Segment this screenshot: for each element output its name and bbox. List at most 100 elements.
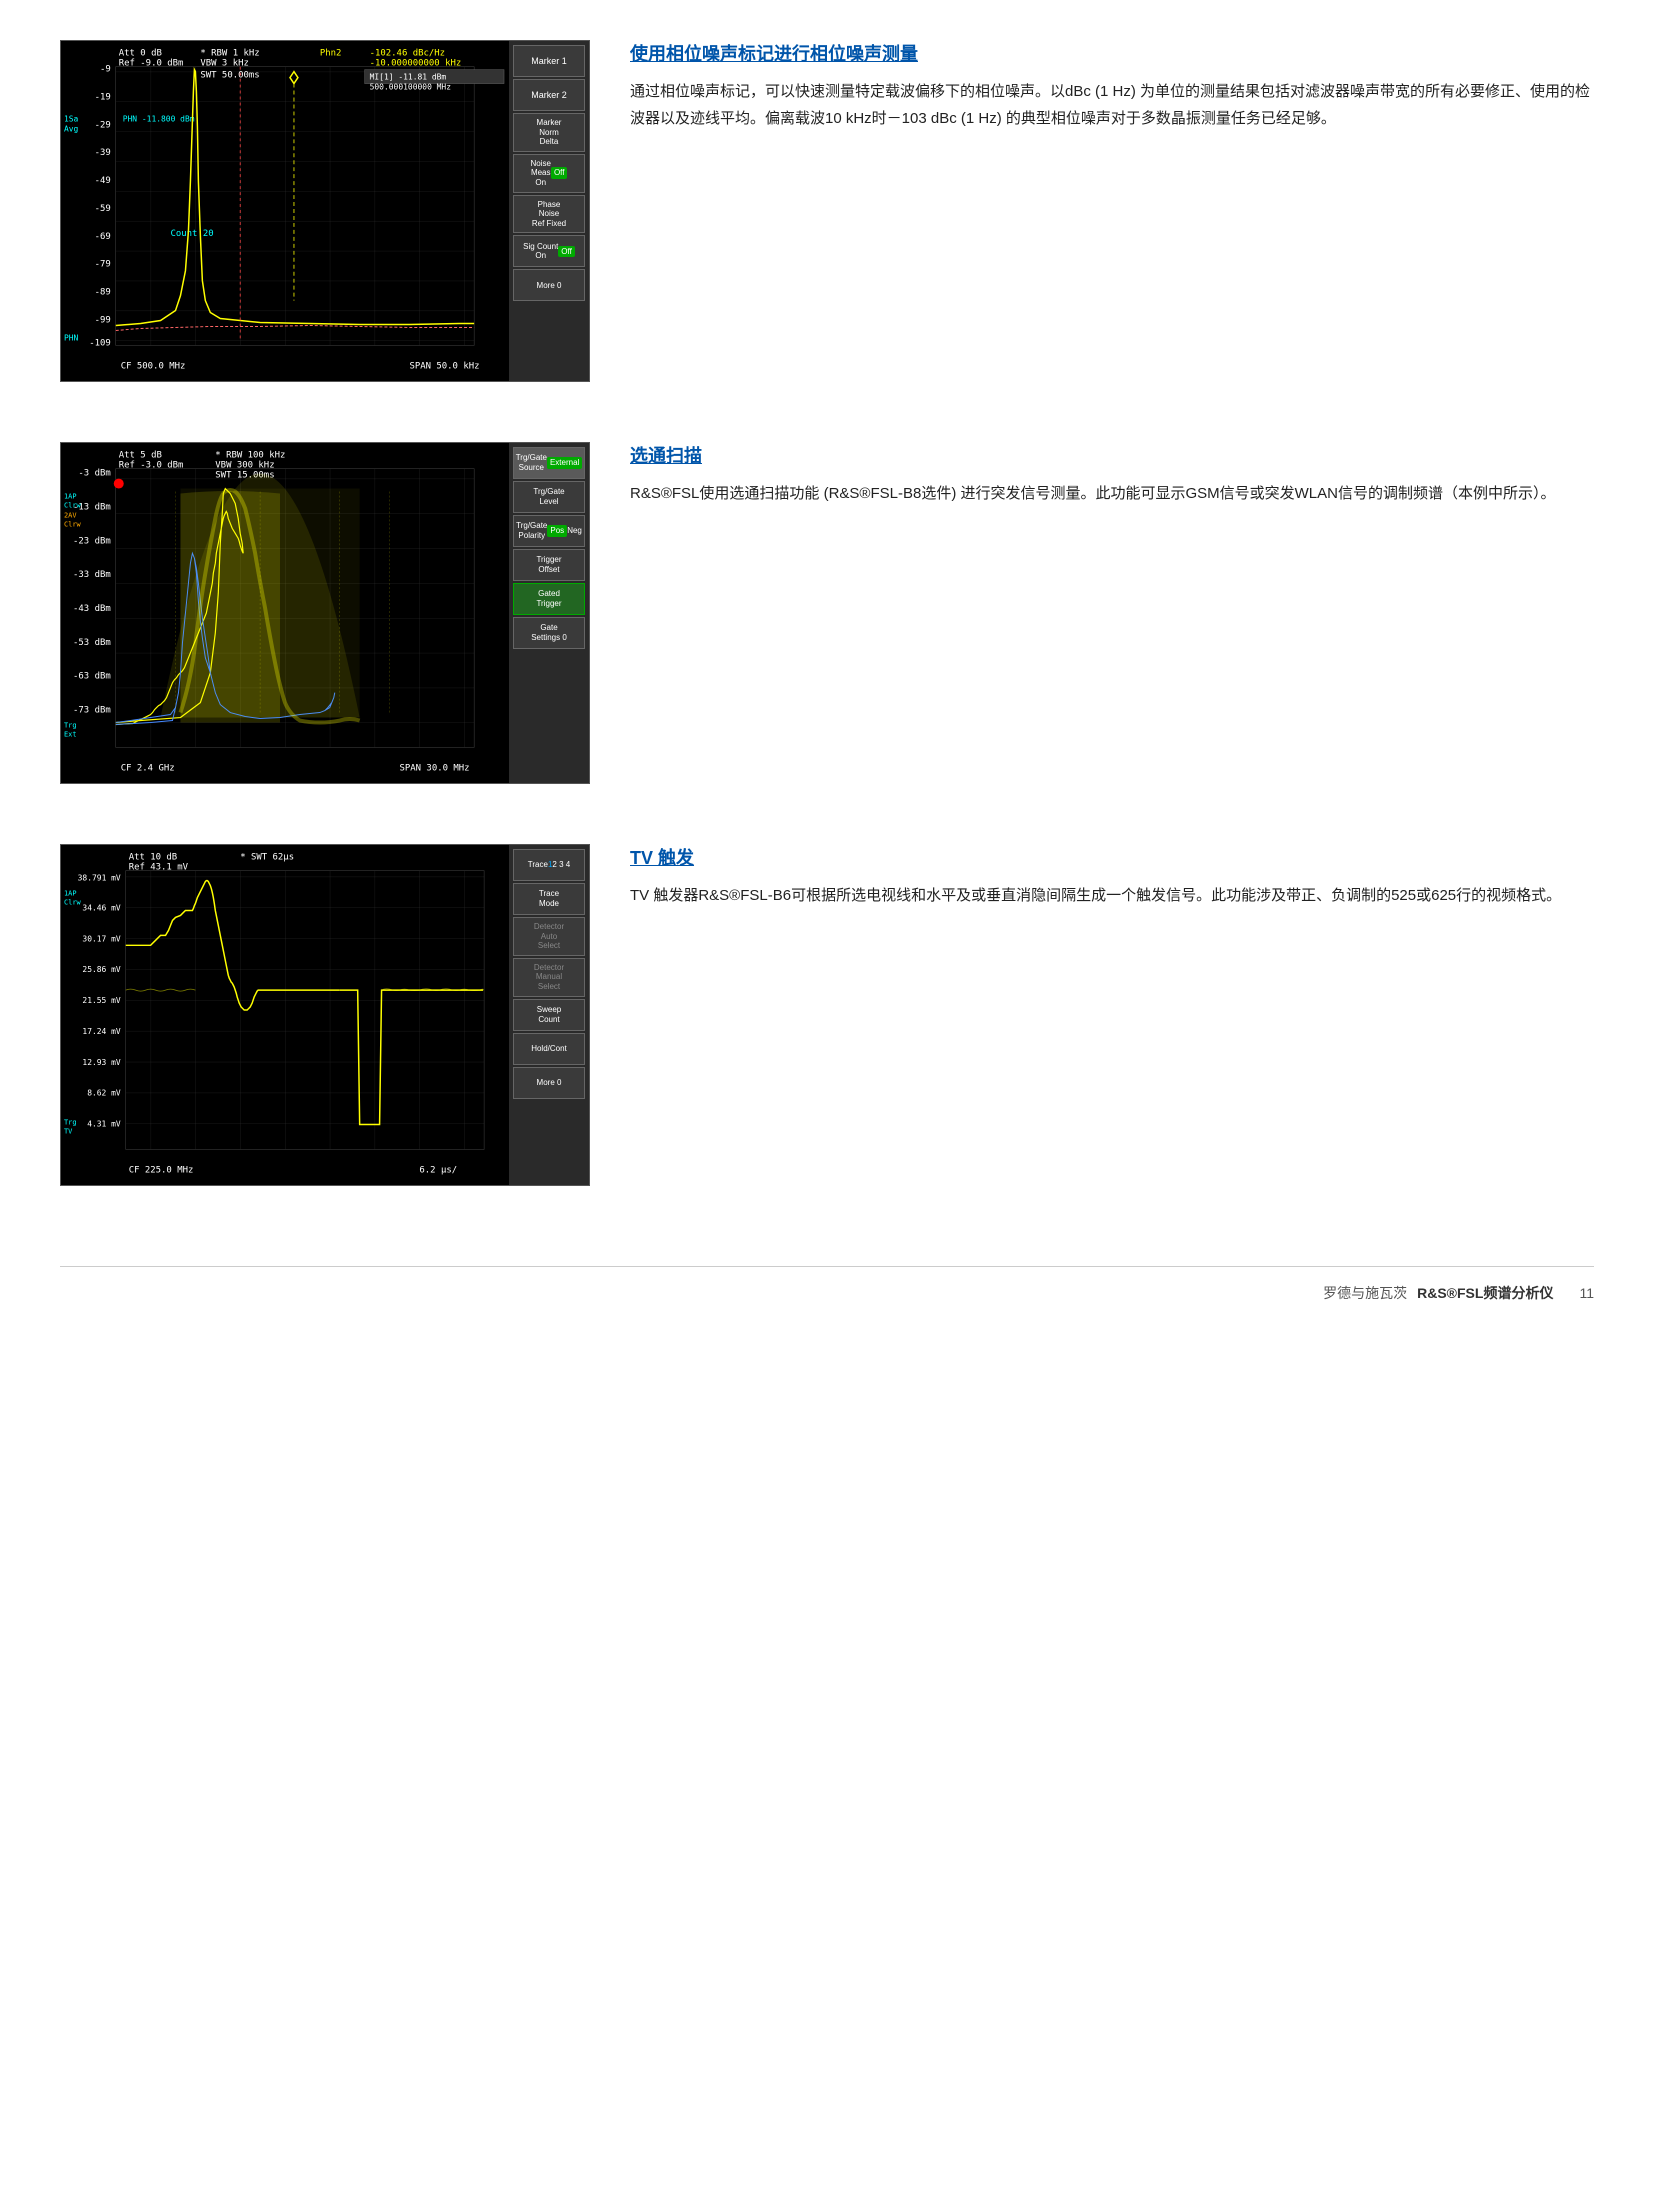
svg-text:SPAN 50.0 kHz: SPAN 50.0 kHz xyxy=(409,361,479,371)
svg-text:17.24 mV: 17.24 mV xyxy=(82,1027,121,1036)
svg-text:1Sa: 1Sa xyxy=(64,114,79,123)
svg-text:Ref 43.1 mV: Ref 43.1 mV xyxy=(129,863,189,873)
svg-text:-43 dBm: -43 dBm xyxy=(73,604,111,614)
text-content-3: TV 触发 TV 触发器R&S®FSL-B6可根据所选电视线和水平及或垂直消隐间… xyxy=(630,844,1594,909)
svg-text:-29: -29 xyxy=(95,120,111,130)
svg-text:Clrw: Clrw xyxy=(64,501,82,509)
btn-sweep-count[interactable]: SweepCount xyxy=(513,999,585,1031)
btn-more-3[interactable]: More 0 xyxy=(513,1067,585,1099)
btn-trace-1234[interactable]: Trace1 2 3 4 xyxy=(513,849,585,881)
title-tv-trigger: TV 触发 xyxy=(630,844,1594,870)
btn-marker-norm-delta[interactable]: MarkerNormDelta xyxy=(513,113,585,152)
svg-text:4.31 mV: 4.31 mV xyxy=(87,1120,121,1129)
svg-text:Trg: Trg xyxy=(64,721,77,729)
btn-trg-gate-source[interactable]: Trg/GateSourceExternal xyxy=(513,447,585,479)
svg-text:Clrw: Clrw xyxy=(64,898,82,906)
text-content-2: 选通扫描 R&S®FSL使用选通扫描功能 (R&S®FSL-B8选件) 进行突发… xyxy=(630,442,1594,507)
svg-text:-89: -89 xyxy=(95,288,111,298)
text-content-1: 使用相位噪声标记进行相位噪声测量 通过相位噪声标记，可以快速测量特定载波偏移下的… xyxy=(630,40,1594,132)
body-gate-scan: R&S®FSL使用选通扫描功能 (R&S®FSL-B8选件) 进行突发信号测量。… xyxy=(630,480,1594,507)
svg-text:-33 dBm: -33 dBm xyxy=(73,570,111,580)
svg-text:-99: -99 xyxy=(95,316,111,326)
svg-text:Att 0 dB: Att 0 dB xyxy=(119,49,162,59)
svg-text:-19: -19 xyxy=(95,92,111,102)
svg-text:12.93 mV: 12.93 mV xyxy=(82,1058,121,1067)
btn-detector-manual-select[interactable]: DetectorManualSelect xyxy=(513,958,585,997)
svg-text:CF 225.0 MHz: CF 225.0 MHz xyxy=(129,1165,194,1175)
svg-text:VBW 3 kHz: VBW 3 kHz xyxy=(200,59,249,69)
section-tv-trigger: 38.791 mV 34.46 mV 30.17 mV 25.86 mV 21.… xyxy=(60,844,1594,1186)
svg-text:-59: -59 xyxy=(95,204,111,214)
svg-text:38.791 mV: 38.791 mV xyxy=(78,874,121,883)
svg-text:Clrw: Clrw xyxy=(64,520,82,528)
svg-text:1AP: 1AP xyxy=(64,493,77,501)
btn-more-0[interactable]: More 0 xyxy=(513,269,585,301)
section-gate-scan: -3 dBm -13 dBm -23 dBm -33 dBm -43 dBm -… xyxy=(60,442,1594,784)
screen-2: -3 dBm -13 dBm -23 dBm -33 dBm -43 dBm -… xyxy=(61,443,509,783)
title-gate-scan: 选通扫描 xyxy=(630,442,1594,468)
btn-trg-gate-polarity[interactable]: Trg/GatePolarityPos Neg xyxy=(513,515,585,547)
svg-text:-63 dBm: -63 dBm xyxy=(73,672,111,682)
svg-text:-109: -109 xyxy=(89,338,111,348)
btn-trace-mode[interactable]: TraceMode xyxy=(513,883,585,915)
svg-text:1AP: 1AP xyxy=(64,890,77,898)
instrument-panel-3: 38.791 mV 34.46 mV 30.17 mV 25.86 mV 21.… xyxy=(60,844,590,1186)
svg-text:-102.46 dBc/Hz: -102.46 dBc/Hz xyxy=(370,49,445,59)
btn-gated-trigger[interactable]: GatedTrigger xyxy=(513,583,585,615)
sidebar-buttons-2: Trg/GateSourceExternal Trg/GateLevel Trg… xyxy=(509,443,589,783)
svg-text:500.000100000 MHz: 500.000100000 MHz xyxy=(370,83,452,92)
svg-text:SWT 50.00ms: SWT 50.00ms xyxy=(200,71,259,81)
svg-text:-53 dBm: -53 dBm xyxy=(73,638,111,648)
svg-text:Trg: Trg xyxy=(64,1119,77,1127)
btn-gate-settings[interactable]: GateSettings 0 xyxy=(513,617,585,649)
svg-text:25.86 mV: 25.86 mV xyxy=(82,965,121,974)
svg-text:Ref -3.0 dBm: Ref -3.0 dBm xyxy=(119,461,184,471)
svg-text:SPAN 30.0 MHz: SPAN 30.0 MHz xyxy=(399,763,469,773)
svg-text:Count 20: Count 20 xyxy=(171,229,214,239)
footer-product: R&S®FSL频谱分析仪 xyxy=(1417,1283,1553,1303)
svg-text:PHN -11.800 dBm: PHN -11.800 dBm xyxy=(123,114,195,123)
svg-text:CF 500.0 MHz: CF 500.0 MHz xyxy=(121,361,186,371)
btn-marker1[interactable]: Marker 1 xyxy=(513,45,585,77)
svg-text:30.17 mV: 30.17 mV xyxy=(82,934,121,943)
title-phase-noise: 使用相位噪声标记进行相位噪声测量 xyxy=(630,40,1594,66)
svg-text:Att 5 dB: Att 5 dB xyxy=(119,451,162,461)
svg-text:34.46 mV: 34.46 mV xyxy=(82,903,121,912)
svg-text:-9: -9 xyxy=(100,65,111,75)
section-phase-noise: -9 -19 -29 -39 -49 -59 -69 -79 -89 -99 -… xyxy=(60,40,1594,382)
btn-marker2[interactable]: Marker 2 xyxy=(513,79,585,111)
screen-1: -9 -19 -29 -39 -49 -59 -69 -79 -89 -99 -… xyxy=(61,41,509,381)
svg-text:-10.000000000 kHz: -10.000000000 kHz xyxy=(370,59,462,69)
svg-text:PHN: PHN xyxy=(64,333,79,342)
svg-text:-49: -49 xyxy=(95,176,111,186)
svg-text:Avg: Avg xyxy=(64,124,79,133)
svg-text:-39: -39 xyxy=(95,148,111,158)
btn-noise-meas[interactable]: NoiseMeasOn Off xyxy=(513,154,585,193)
svg-text:-3 dBm: -3 dBm xyxy=(78,469,110,479)
svg-text:CF 2.4 GHz: CF 2.4 GHz xyxy=(121,763,175,773)
sidebar-buttons-1: Marker 1 Marker 2 MarkerNormDelta NoiseM… xyxy=(509,41,589,381)
footer-brand: 罗德与施瓦茨 xyxy=(1323,1283,1407,1303)
svg-text:VBW 300 kHz: VBW 300 kHz xyxy=(215,461,274,471)
btn-hold-cont[interactable]: Hold/Cont xyxy=(513,1033,585,1065)
footer-bar: 罗德与施瓦茨 R&S®FSL频谱分析仪 11 xyxy=(60,1266,1594,1303)
btn-phase-noise-ref[interactable]: PhaseNoiseRef Fixed xyxy=(513,195,585,234)
svg-text:2AV: 2AV xyxy=(64,511,77,519)
svg-text:* RBW 1 kHz: * RBW 1 kHz xyxy=(200,49,259,59)
btn-trg-gate-level[interactable]: Trg/GateLevel xyxy=(513,481,585,513)
svg-text:Phn2: Phn2 xyxy=(320,49,342,59)
svg-text:* SWT 62µs: * SWT 62µs xyxy=(240,853,294,863)
btn-trigger-offset[interactable]: TriggerOffset xyxy=(513,549,585,581)
sidebar-buttons-3: Trace1 2 3 4 TraceMode DetectorAutoSelec… xyxy=(509,845,589,1185)
instrument-panel-1: -9 -19 -29 -39 -49 -59 -69 -79 -89 -99 -… xyxy=(60,40,590,382)
svg-text:-23 dBm: -23 dBm xyxy=(73,536,111,546)
svg-text:MI[1] -11.81 dBm: MI[1] -11.81 dBm xyxy=(370,73,447,82)
svg-text:-79: -79 xyxy=(95,260,111,270)
btn-sig-count[interactable]: Sig CountOn Off xyxy=(513,235,585,267)
footer-page: 11 xyxy=(1579,1285,1594,1301)
screen-3: 38.791 mV 34.46 mV 30.17 mV 25.86 mV 21.… xyxy=(61,845,509,1185)
btn-detector-auto-select[interactable]: DetectorAutoSelect xyxy=(513,917,585,956)
body-tv-trigger: TV 触发器R&S®FSL-B6可根据所选电视线和水平及或垂直消隐间隔生成一个触… xyxy=(630,882,1594,909)
instrument-panel-2: -3 dBm -13 dBm -23 dBm -33 dBm -43 dBm -… xyxy=(60,442,590,784)
svg-text:Att 10 dB: Att 10 dB xyxy=(129,853,178,863)
